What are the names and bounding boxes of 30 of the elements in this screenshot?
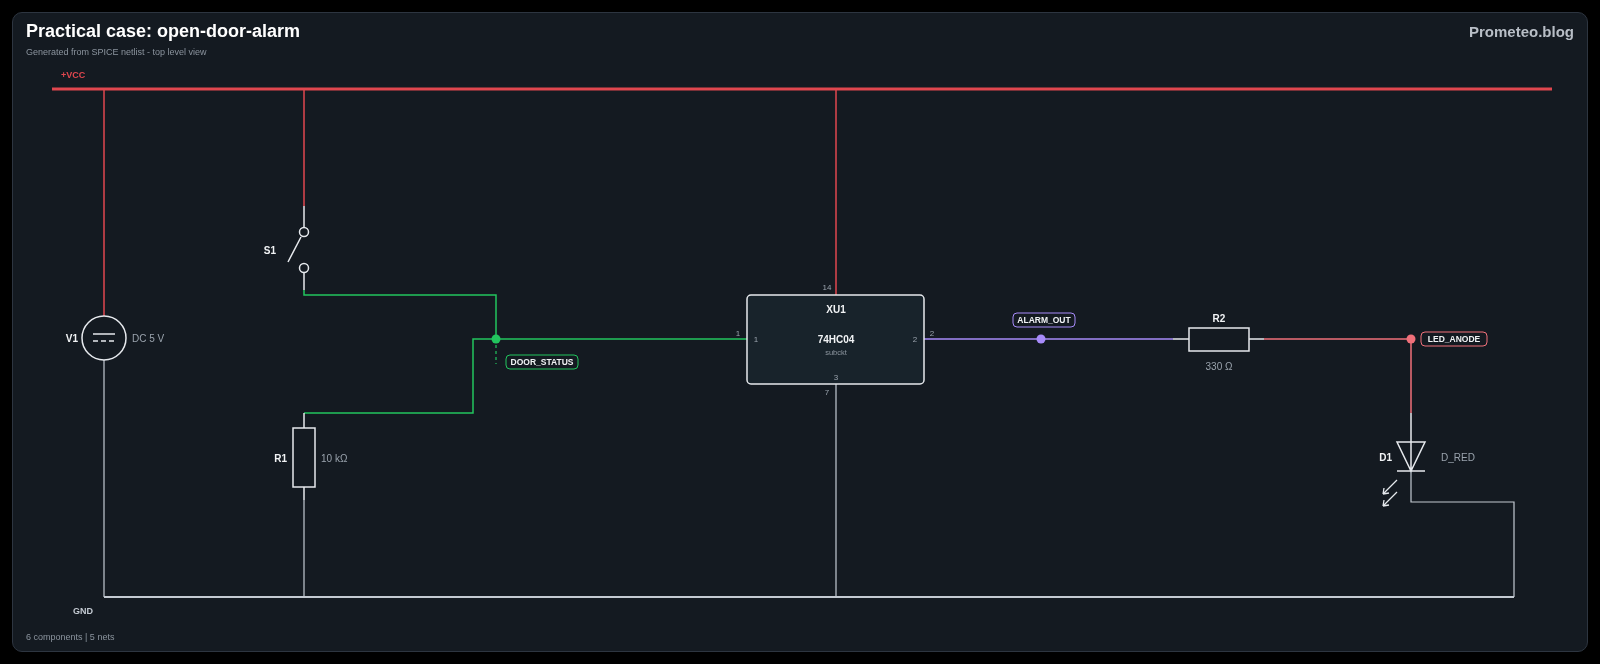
pin-number: 1 bbox=[735, 329, 741, 338]
component-value: DC 5 V bbox=[132, 333, 165, 344]
component-ref: R1 bbox=[274, 453, 287, 464]
component-value: D_RED bbox=[1441, 452, 1475, 463]
pin-number: 2 bbox=[912, 335, 918, 344]
brand-name: Prometeo.blog bbox=[1469, 23, 1574, 40]
diode-symbol bbox=[1396, 412, 1427, 472]
rail-label: +VCC bbox=[61, 70, 86, 80]
component-value: 330 Ω bbox=[1205, 361, 1233, 372]
component-ref: D1 bbox=[1379, 452, 1392, 463]
component-ref: S1 bbox=[263, 245, 276, 256]
pin-number: 14 bbox=[822, 283, 832, 292]
component-value: 74HC04 bbox=[817, 334, 855, 345]
pin-number: 7 bbox=[824, 388, 830, 397]
footer-summary: 6 components | 5 nets bbox=[25, 631, 116, 642]
net-label: DOOR_STATUS bbox=[505, 354, 579, 370]
page-title: Practical case: open-door-alarm bbox=[26, 20, 301, 42]
component-value: 10 kΩ bbox=[321, 453, 348, 464]
pin-number: 3 bbox=[833, 373, 839, 382]
pin-number: 2 bbox=[929, 329, 935, 338]
component-ref: R2 bbox=[1212, 313, 1226, 324]
pin-number: 1 bbox=[753, 335, 759, 344]
component-ref: V1 bbox=[65, 333, 78, 344]
light-arrows-icon bbox=[1382, 479, 1398, 507]
rail-label: GND bbox=[73, 606, 93, 616]
component-ref: XU1 bbox=[826, 304, 846, 315]
dc-source-symbol bbox=[81, 315, 127, 361]
net-label: ALARM_OUT bbox=[1012, 312, 1076, 328]
net-label: LED_ANODE bbox=[1420, 331, 1488, 347]
page-subtitle: Generated from SPICE netlist - top level view bbox=[26, 47, 208, 57]
